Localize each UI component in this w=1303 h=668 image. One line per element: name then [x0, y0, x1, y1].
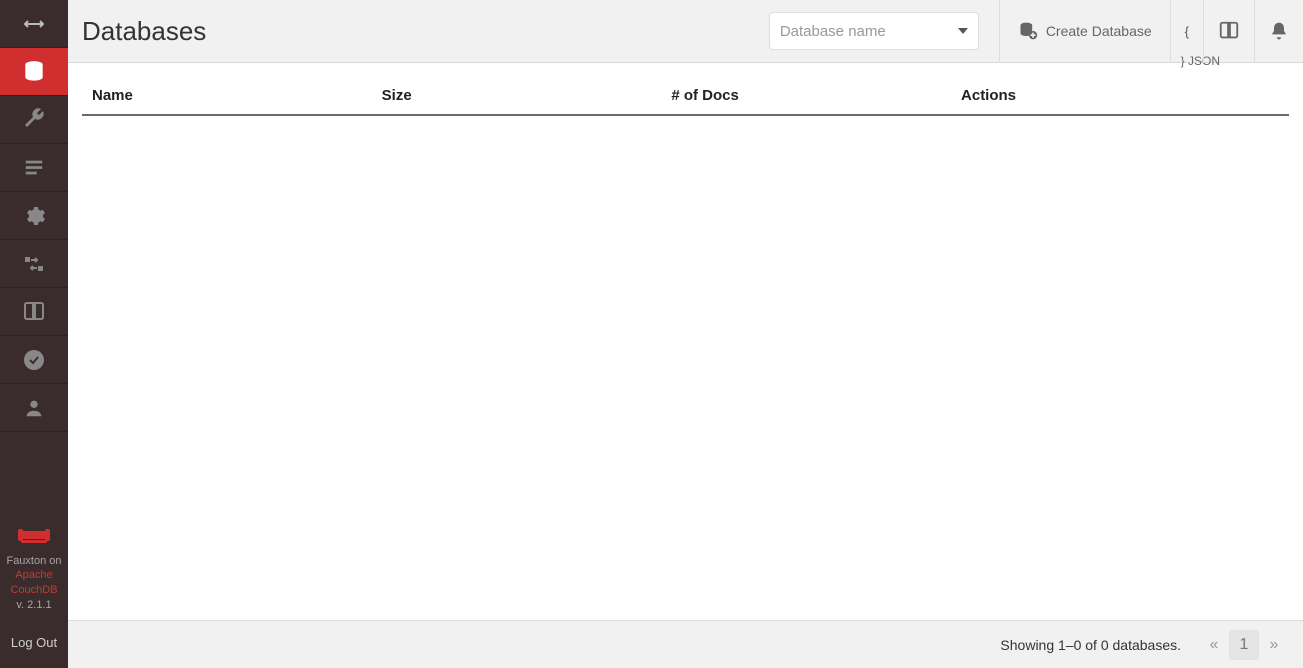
col-actions: Actions [951, 77, 1289, 115]
databases-table: Name Size # of Docs Actions [82, 77, 1289, 116]
sidebar-brand: Fauxton on Apache CouchDB v. 2.1.1 [0, 517, 68, 621]
brand-line1: Fauxton on [6, 555, 61, 567]
logout-link[interactable]: Log Out [0, 621, 68, 668]
sidebar-item-config[interactable] [0, 192, 68, 240]
sidebar-item-setup[interactable] [0, 96, 68, 144]
create-database-label: Create Database [1046, 23, 1152, 39]
json-brace-top: { [1185, 24, 1189, 39]
replication-icon [22, 254, 46, 274]
content: Name Size # of Docs Actions [68, 63, 1303, 620]
expand-icon [22, 12, 46, 36]
sidebar-item-databases[interactable] [0, 48, 68, 96]
notifications-button[interactable] [1254, 0, 1303, 63]
sidebar: Fauxton on Apache CouchDB v. 2.1.1 Log O… [0, 0, 68, 668]
chevron-down-icon [958, 28, 968, 34]
pager: « 1 » [1199, 630, 1289, 660]
wrench-icon [22, 108, 46, 132]
brand-link-couchdb[interactable]: CouchDB [2, 583, 66, 598]
sidebar-item-verify[interactable] [0, 336, 68, 384]
tasks-icon [23, 157, 45, 179]
brand-version: v. 2.1.1 [16, 599, 51, 611]
col-size: Size [372, 77, 662, 115]
sidebar-item-expand[interactable] [0, 0, 68, 48]
database-icon [21, 59, 47, 85]
footer-status: Showing 1–0 of 0 databases. [1000, 637, 1181, 653]
col-name: Name [82, 77, 372, 115]
sidebar-spacer [0, 432, 68, 517]
json-button[interactable]: { } JSON [1170, 0, 1203, 63]
brand-link-apache[interactable]: Apache [2, 568, 66, 583]
user-icon [23, 397, 45, 419]
database-search[interactable]: Database name [769, 12, 979, 50]
sidebar-item-replication[interactable] [0, 240, 68, 288]
bell-icon [1269, 21, 1289, 41]
topbar: Databases Database name Create Database … [68, 0, 1303, 63]
gear-icon [22, 204, 46, 228]
pager-next[interactable]: » [1259, 630, 1289, 660]
pager-page[interactable]: 1 [1229, 630, 1259, 660]
sidebar-item-tasks[interactable] [0, 144, 68, 192]
footer: Showing 1–0 of 0 databases. « 1 » [68, 620, 1303, 668]
docs-button[interactable] [1203, 0, 1254, 63]
sidebar-item-users[interactable] [0, 384, 68, 432]
database-search-placeholder: Database name [780, 23, 886, 40]
check-circle-icon [22, 348, 46, 372]
book-icon [1218, 20, 1240, 42]
create-database-button[interactable]: Create Database [999, 0, 1170, 63]
book-icon [22, 300, 46, 324]
main: Databases Database name Create Database … [68, 0, 1303, 668]
col-docs: # of Docs [661, 77, 951, 115]
page-title: Databases [82, 16, 206, 47]
database-add-icon [1018, 21, 1038, 41]
couch-icon [2, 523, 66, 550]
sidebar-item-docs[interactable] [0, 288, 68, 336]
pager-prev[interactable]: « [1199, 630, 1229, 660]
